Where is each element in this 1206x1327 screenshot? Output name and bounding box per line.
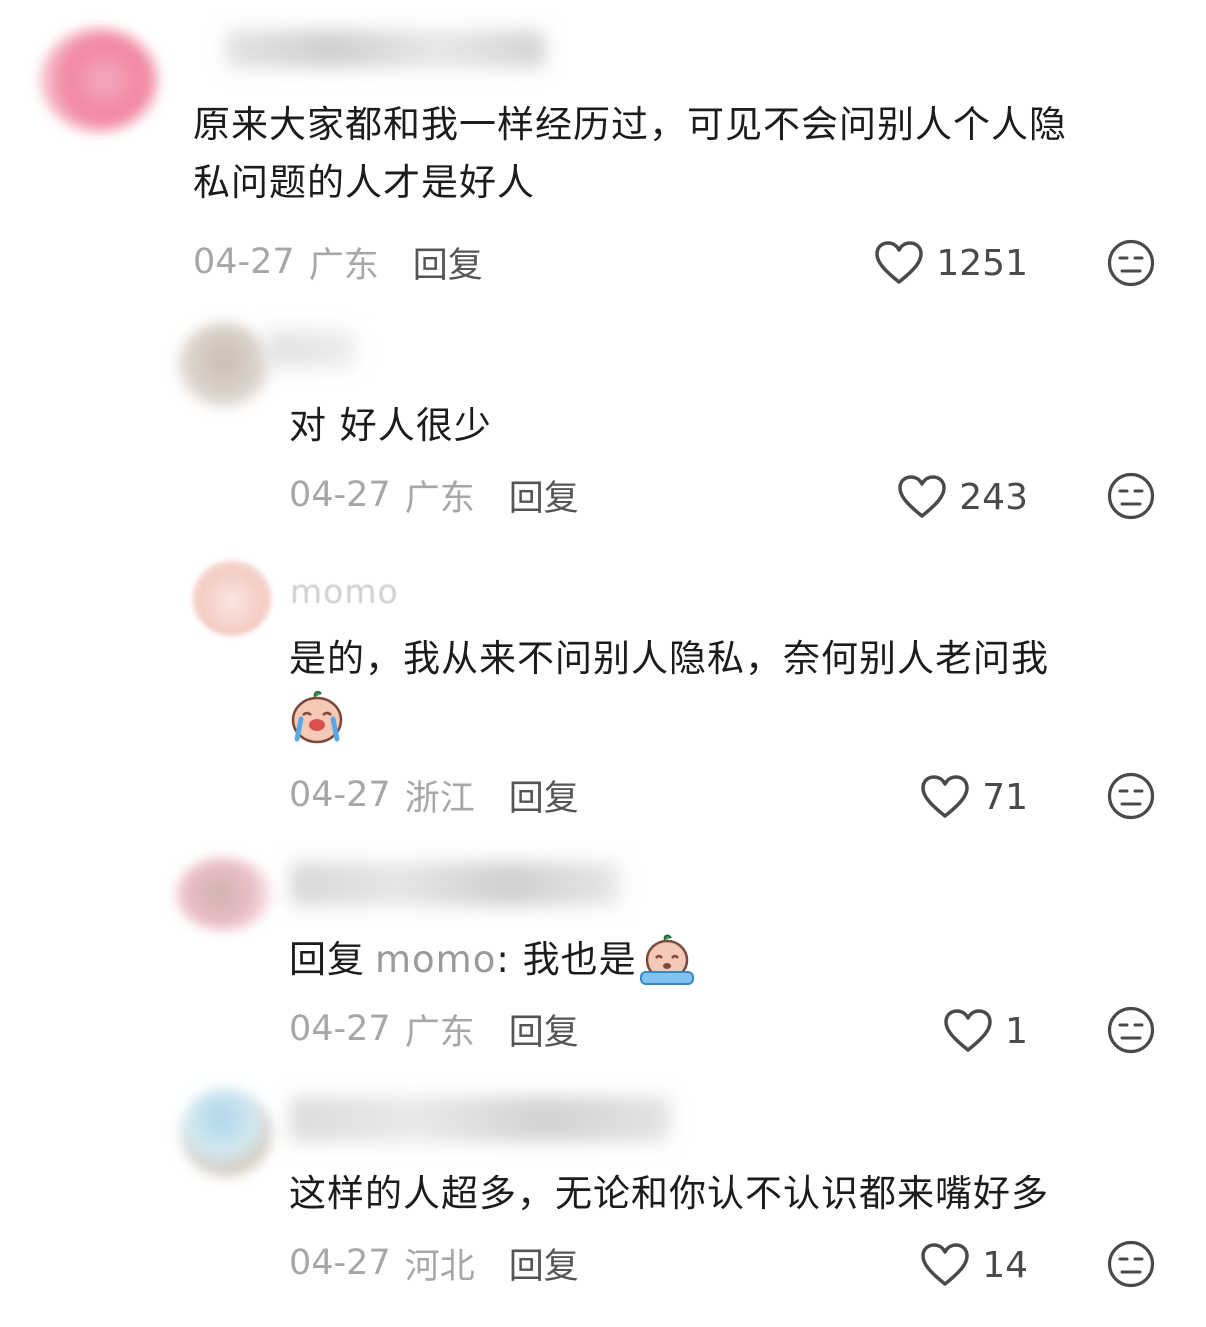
comment-date: 04-27 [193,242,295,282]
avatar[interactable] [180,1088,272,1176]
reply-button[interactable]: 回复 [509,770,579,821]
comment-date: 04-27 [289,1243,391,1283]
comment-text: 对 好人很少 [289,397,492,455]
comment-meta: 04-27 广东 回复 [193,238,483,286]
avatar[interactable] [192,560,272,636]
unamused-face-icon[interactable] [1107,239,1155,287]
comment-date: 04-27 [289,475,391,515]
comment-text-line: 私问题的人才是好人 [193,161,535,204]
comment-text-line: 对 好人很少 [289,404,492,447]
comment-text-line: : 我也是 [496,938,637,981]
like-button[interactable]: 243 [860,472,1028,522]
heart-icon [944,1009,992,1052]
avatar[interactable] [40,28,158,132]
comment-region: 广东 [308,245,379,286]
reply-button[interactable]: 回复 [509,1238,579,1289]
heart-icon [875,241,924,284]
comment-text-line: 原来大家都和我一样经历过，可见不会问别人个人隐 [193,103,1067,146]
comment-text: 这样的人超多，无论和你认不认识都来嘴好多 [289,1165,1049,1223]
username-blurred[interactable] [225,30,545,68]
comment-text: 回复 momo : 我也是 [289,931,695,989]
comment-region: 河北 [404,1246,475,1287]
like-button[interactable]: 71 [860,772,1028,822]
comment-region: 浙江 [404,778,475,819]
reply-button[interactable]: 回复 [509,1004,579,1055]
unamused-face-icon[interactable] [1107,772,1155,820]
comment-region: 广东 [404,1012,475,1053]
avatar[interactable] [176,858,272,930]
like-count: 1251 [936,242,1028,284]
like-count: 71 [982,776,1028,818]
heart-icon [921,1243,969,1286]
crying-emoji [291,690,343,744]
comment-meta: 04-27 广东 回复 [289,471,579,519]
comment-text: 是的，我从来不问别人隐私，奈何别人老问我 [289,630,1149,746]
reply-button[interactable]: 回复 [509,470,579,521]
comment-date: 04-27 [289,1009,391,1049]
like-count: 1 [1005,1010,1028,1052]
comment-text: 原来大家都和我一样经历过，可见不会问别人个人隐 私问题的人才是好人 [193,96,1173,212]
reply-prefix: 回复 [289,938,365,981]
like-button[interactable]: 1251 [860,238,1028,288]
like-count: 243 [959,476,1028,518]
like-button[interactable]: 1 [860,1006,1028,1056]
like-button[interactable]: 14 [860,1240,1028,1290]
avatar[interactable] [178,322,270,408]
unamused-face-icon[interactable] [1107,1006,1155,1054]
unamused-face-icon[interactable] [1107,1240,1155,1288]
comment-region: 广东 [404,478,475,519]
username-blurred[interactable] [265,330,355,368]
mention-username[interactable]: momo [375,931,496,989]
heart-icon [898,475,947,518]
crying-emoji [639,934,694,985]
comment-meta: 04-27 河北 回复 [289,1239,579,1287]
comment-meta: 04-27 广东 回复 [289,1005,579,1053]
comment-date: 04-27 [289,775,391,815]
unamused-face-icon[interactable] [1107,472,1155,520]
username[interactable]: momo [290,572,399,611]
username-blurred[interactable] [290,1096,670,1142]
comment-text-line: 是的，我从来不问别人隐私，奈何别人老问我 [289,637,1049,680]
heart-icon [921,775,969,818]
reply-button[interactable]: 回复 [413,237,483,288]
comment-text-line: 这样的人超多，无论和你认不认识都来嘴好多 [289,1172,1049,1215]
like-count: 14 [982,1244,1028,1286]
comment-meta: 04-27 浙江 回复 [289,771,579,819]
username-blurred[interactable] [290,862,620,906]
